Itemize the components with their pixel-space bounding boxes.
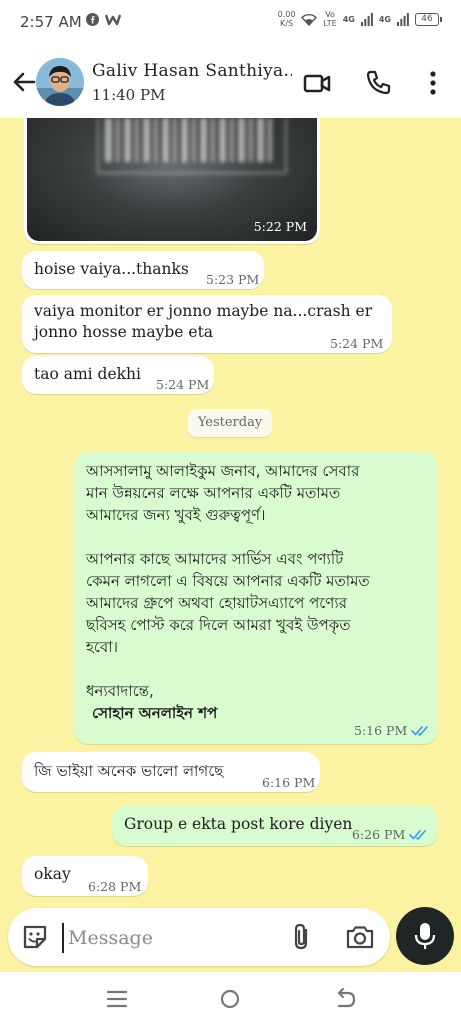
- signal-4g-2: 4G: [378, 14, 391, 24]
- read-ticks-icon: [409, 829, 427, 840]
- outgoing-message[interactable]: Group e ekta post kore diyen 6:26 PM: [112, 806, 438, 846]
- read-ticks-icon: [411, 725, 429, 736]
- image-thumbnail[interactable]: 5:22 PM: [27, 118, 317, 241]
- date-separator: Yesterday: [188, 409, 272, 437]
- recent-apps-icon[interactable]: [104, 986, 130, 1012]
- voice-call-icon[interactable]: [364, 68, 394, 98]
- message-time: 5:24 PM: [156, 377, 210, 392]
- back-arrow-icon[interactable]: [10, 68, 38, 96]
- message-meta: 6:26 PM: [352, 824, 429, 845]
- contact-avatar[interactable]: [36, 58, 84, 106]
- message-time: 6:28 PM: [88, 879, 142, 894]
- last-seen: 11:40 PM: [92, 86, 166, 104]
- sticker-icon[interactable]: [20, 922, 50, 952]
- status-time: 2:57 AM: [20, 13, 82, 31]
- chat-header: Galiv Hasan Santhiya... 11:40 PM: [0, 46, 461, 118]
- camera-icon[interactable]: [344, 922, 376, 952]
- incoming-message[interactable]: hoise vaiya...thanks 5:23 PM: [22, 251, 264, 289]
- message-time: 5:16 PM: [354, 723, 408, 738]
- facebook-icon: [86, 13, 99, 26]
- message-text-line: jonno hosse maybe eta: [34, 323, 214, 341]
- message-time: 5:23 PM: [206, 272, 260, 287]
- message-text: hoise vaiya...thanks: [34, 260, 189, 278]
- signal-4g-1: 4G: [342, 14, 355, 24]
- image-message[interactable]: 5:22 PM: [24, 118, 320, 244]
- mic-button[interactable]: [396, 907, 454, 965]
- attach-icon[interactable]: [288, 922, 316, 952]
- back-nav-icon[interactable]: [333, 986, 359, 1012]
- message-text: জি ভাইয়া অনেক ভালো লাগছে: [34, 762, 224, 780]
- volte-indicator: Vo LTE: [323, 10, 337, 28]
- system-nav-bar: [0, 972, 461, 1024]
- avatar-image: [36, 58, 84, 106]
- signal-bars-icon: [360, 12, 373, 26]
- battery-indicator: 46: [415, 12, 442, 26]
- more-options-icon[interactable]: [418, 68, 448, 98]
- message-composer: [8, 908, 390, 966]
- signature: সোহান অনলাইন শপ: [92, 704, 218, 722]
- message-text: tao ami dekhi: [34, 365, 141, 383]
- message-time: 6:16 PM: [262, 775, 316, 790]
- message-time: 5:22 PM: [253, 219, 307, 234]
- message-text: আসসালামু আলাইকুম জনাব, আমাদের সেবার মান …: [86, 462, 370, 722]
- message-time: 6:26 PM: [352, 827, 406, 842]
- w-app-icon: [105, 14, 121, 26]
- incoming-message[interactable]: জি ভাইয়া অনেক ভালো লাগছে 6:16 PM: [22, 752, 320, 792]
- wifi-icon: [301, 13, 318, 26]
- status-bar: 2:57 AM 0.00 K/S Vo LTE 4G 4G 46: [0, 0, 461, 46]
- incoming-message[interactable]: okay 6:28 PM: [22, 856, 148, 896]
- signal-bars-icon: [397, 12, 409, 26]
- message-text: Group e ekta post kore diyen: [124, 815, 353, 833]
- message-input[interactable]: [62, 923, 282, 953]
- message-text: okay: [34, 865, 71, 883]
- home-icon[interactable]: [217, 986, 243, 1012]
- chat-area[interactable]: 5:22 PM hoise vaiya...thanks 5:23 PM vai…: [0, 118, 461, 906]
- outgoing-message[interactable]: আসসালামু আলাইকুম জনাব, আমাদের সেবার মান …: [74, 452, 438, 744]
- incoming-message[interactable]: tao ami dekhi 5:24 PM: [22, 356, 214, 394]
- message-time: 5:24 PM: [330, 336, 384, 351]
- incoming-message[interactable]: vaiya monitor er jonno maybe na...crash …: [22, 295, 392, 353]
- net-speed: 0.00 K/S: [277, 10, 296, 28]
- message-meta: 5:16 PM: [354, 720, 431, 741]
- contact-name[interactable]: Galiv Hasan Santhiya...: [92, 61, 292, 81]
- video-call-icon[interactable]: [302, 68, 332, 98]
- mic-icon: [414, 923, 436, 949]
- message-text-line: vaiya monitor er jonno maybe na...crash …: [34, 302, 373, 320]
